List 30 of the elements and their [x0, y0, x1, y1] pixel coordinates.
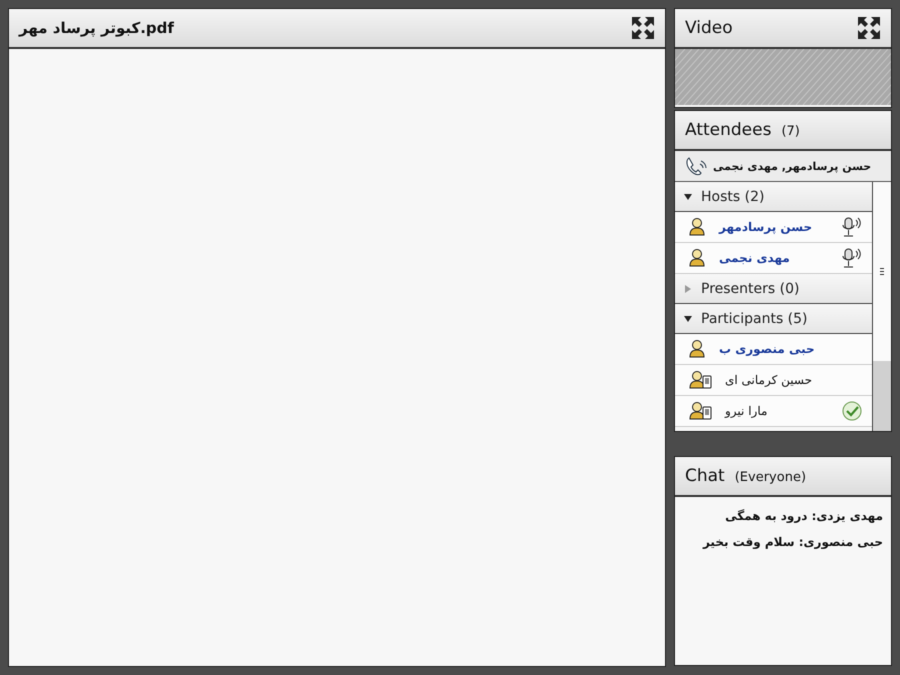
- attendee-name: حسین کرمانی ای: [725, 373, 812, 387]
- microphone-icon: [840, 247, 862, 269]
- user-phone-icon: [689, 370, 713, 390]
- check-icon: [842, 401, 862, 421]
- collapse-arrow-icon: [683, 192, 693, 202]
- expand-arrow-icon: [683, 284, 693, 294]
- chat-title: Chat: [685, 466, 725, 486]
- document-title: کبوتر پرساد مهر.pdf: [19, 19, 174, 37]
- user-icon: [689, 217, 707, 237]
- attendee-name: حبی منصوری ب: [719, 342, 815, 356]
- chat-audience: (Everyone): [734, 470, 806, 485]
- user-phone-icon: [689, 401, 713, 421]
- user-icon: [689, 248, 707, 268]
- scrollbar-thumb[interactable]: [873, 361, 891, 431]
- microphone-icon: [840, 216, 862, 238]
- user-icon: [689, 339, 707, 359]
- chat-message: حبی منصوری: سلام وقت بخیر: [702, 535, 883, 549]
- call-participants: حسن پرسادمهر, مهدی نجمی: [713, 160, 872, 172]
- attendee-name: حسن پرسادمهر: [719, 220, 812, 234]
- expand-icon[interactable]: [857, 16, 881, 40]
- video-title: Video: [685, 18, 733, 38]
- collapse-arrow-icon: [683, 314, 693, 324]
- expand-icon[interactable]: [631, 16, 655, 40]
- attendees-title: Attendees: [685, 120, 772, 140]
- attendee-name: مهدی نجمی: [719, 251, 790, 265]
- scroll-grip-icon: [880, 268, 884, 275]
- attendee-count: (7): [781, 124, 800, 139]
- chat-message: مهدی یزدی: درود به همگی: [724, 509, 883, 523]
- attendee-name: مارا نیرو: [725, 404, 768, 418]
- phone-icon: [685, 156, 707, 176]
